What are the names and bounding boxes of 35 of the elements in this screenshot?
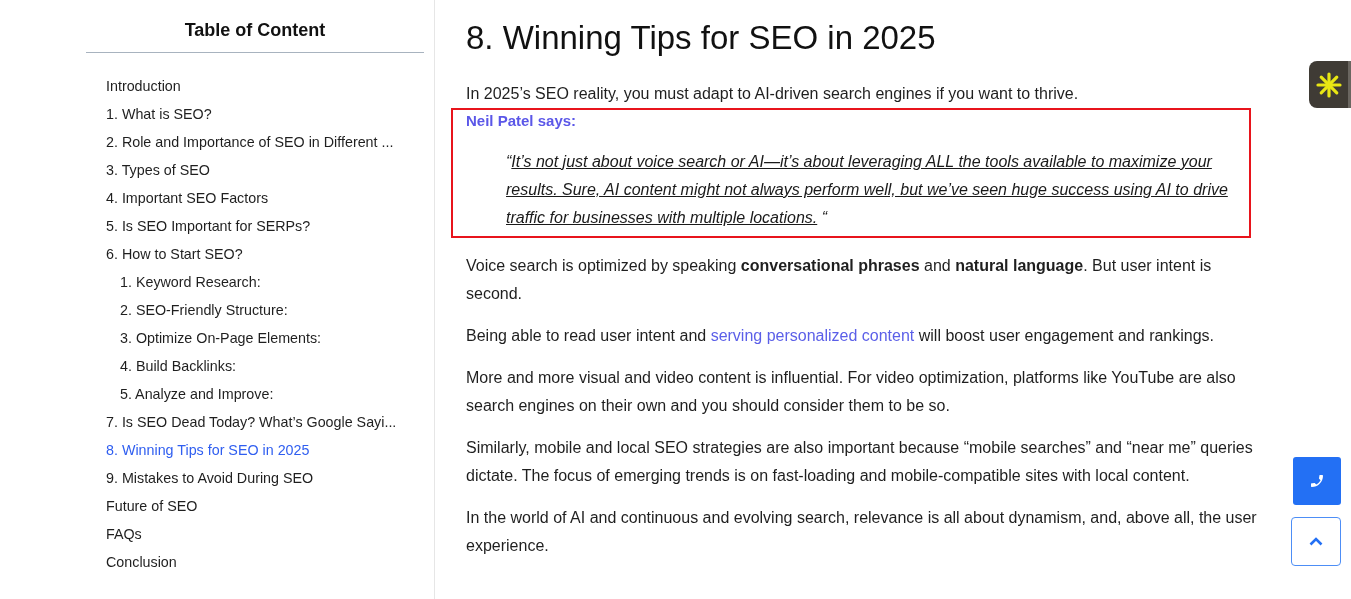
- toc-link[interactable]: 9. Mistakes to Avoid During SEO: [106, 464, 424, 492]
- text-link[interactable]: serving personalized content: [710, 327, 915, 344]
- toc-link[interactable]: 4. Build Backlinks:: [120, 352, 424, 380]
- quote-text: “It’s not just about voice search or AI—it’s about leveraging ALL the tools available to maximize your results. Sure, AI content might not always perform well, but we’ve seen huge success using AI to drive traffic for businesses with multiple locations. “: [506, 152, 1229, 228]
- call-button[interactable]: [1293, 457, 1341, 505]
- phone-icon: [1309, 473, 1325, 489]
- widget-tab[interactable]: [1309, 61, 1351, 108]
- toc-link[interactable]: Introduction: [106, 72, 424, 100]
- toc-link[interactable]: Conclusion: [106, 548, 424, 576]
- toc-link[interactable]: 4. Important SEO Factors: [106, 184, 424, 212]
- toc-link[interactable]: 5. Is SEO Important for SERPs?: [106, 212, 424, 240]
- paragraph: Being able to read user intent and serving personalized content will boost user engagement and rankings.: [466, 326, 1216, 346]
- paragraph: Similarly, mobile and local SEO strategies are also important because “mobile searches” and “near me” queries dictate. The focus of emerging trends is on fast-loading and mobile-compatible sites with local content.: [466, 438, 1254, 486]
- article-heading: 8. Winning Tips for SEO in 2025: [466, 18, 937, 58]
- asterisk-icon: [1315, 71, 1342, 98]
- paragraph: In 2025’s SEO reality, you must adapt to AI-driven search engines if you want to thrive.: [466, 84, 1080, 104]
- toc-link[interactable]: 8. Winning Tips for SEO in 2025: [106, 436, 424, 464]
- toc-link[interactable]: 6. How to Start SEO?: [106, 240, 424, 268]
- paragraph: In the world of AI and continuous and evolving search, relevance is all about dynamism, and, above all, the user experience.: [466, 508, 1258, 556]
- toc-link[interactable]: Future of SEO: [106, 492, 424, 520]
- paragraph: Voice search is optimized by speaking conversational phrases and natural language. But user intent is second.: [466, 256, 1213, 304]
- toc-link[interactable]: 7. Is SEO Dead Today? What’s Google Sayi...: [106, 408, 424, 436]
- toc-link[interactable]: 2. Role and Importance of SEO in Different ...: [106, 128, 424, 156]
- toc-link[interactable]: 1. What is SEO?: [106, 100, 424, 128]
- toc-link[interactable]: 3. Optimize On-Page Elements:: [120, 324, 424, 352]
- chevron-up-icon: [1309, 537, 1323, 546]
- toc-link[interactable]: 5. Analyze and Improve:: [120, 380, 424, 408]
- toc-link[interactable]: 2. SEO-Friendly Structure:: [120, 296, 424, 324]
- paragraph: More and more visual and video content is influential. For video optimization, platforms like YouTube are also search engines on their own and you should consider them to be so.: [466, 368, 1237, 416]
- toc-link[interactable]: 3. Types of SEO: [106, 156, 424, 184]
- toc-title: Table of Content: [86, 0, 424, 53]
- scroll-top-button[interactable]: [1291, 517, 1341, 566]
- quote-author: Neil Patel says:: [466, 111, 578, 131]
- toc-link[interactable]: FAQs: [106, 520, 424, 548]
- toc-link[interactable]: 1. Keyword Research:: [120, 268, 424, 296]
